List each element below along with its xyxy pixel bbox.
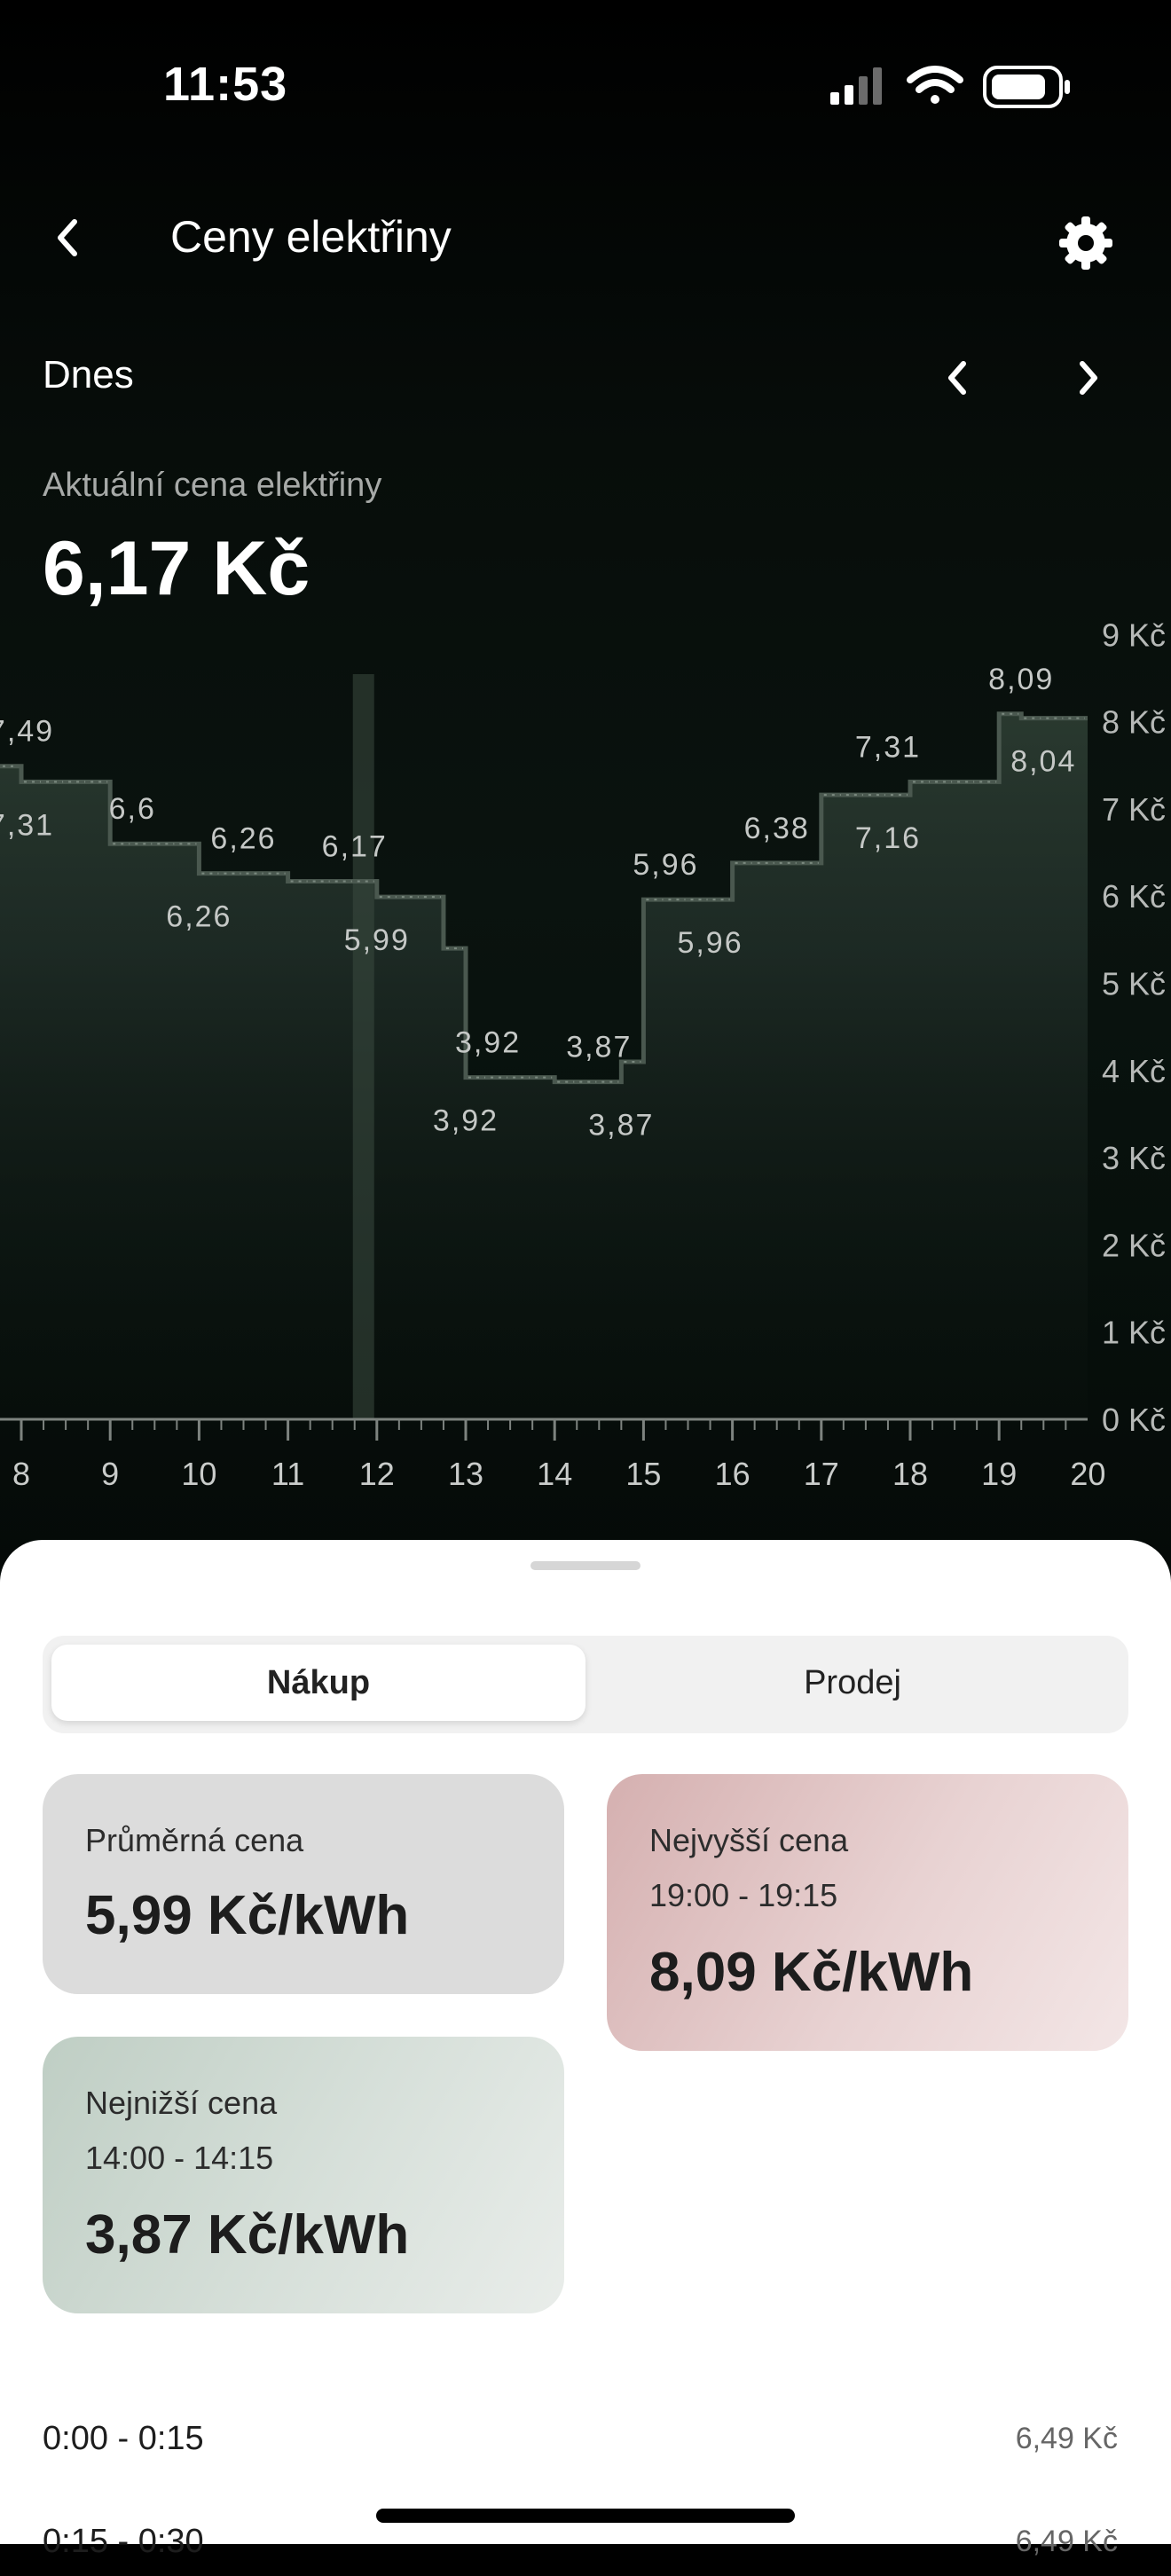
y-axis-label: 4 Kč	[1102, 1053, 1166, 1089]
y-axis-label: 8 Kč	[1102, 704, 1166, 741]
data-label: 3,92	[455, 1026, 521, 1060]
data-label: 8,04	[1010, 745, 1076, 779]
y-axis-label: 9 Kč	[1102, 617, 1166, 653]
chevron-left-icon	[58, 219, 77, 256]
average-price-card: Průměrná cena 5,99 Kč/kWh	[43, 1774, 564, 1994]
settings-button[interactable]	[1054, 211, 1118, 275]
x-axis-label: 14	[537, 1456, 572, 1490]
highest-price-card: Nejvyšší cena 19:00 - 19:15 8,09 Kč/kWh	[607, 1774, 1128, 2051]
price-row[interactable]: 0:15 - 0:30 6,49 Kč	[43, 2523, 1118, 2576]
chevron-right-icon	[1080, 361, 1097, 395]
x-axis-label: 19	[981, 1456, 1017, 1490]
data-label: 7,49	[0, 715, 54, 749]
data-label: 5,96	[677, 926, 743, 960]
data-label: 3,87	[566, 1031, 632, 1064]
tab-buy[interactable]: Nákup	[51, 1645, 586, 1721]
status-time: 11:53	[163, 58, 288, 111]
data-label: 3,87	[588, 1109, 654, 1143]
x-axis-label: 15	[625, 1456, 661, 1490]
price-chart[interactable]: 7,49 7,31 6,6 6,26 6,26 6,17 5,99 3,92 3,92 3,87 3…	[0, 585, 1171, 1490]
status-icons	[830, 66, 1070, 108]
x-axis-label: 16	[715, 1456, 751, 1490]
data-label: 7,16	[855, 821, 921, 855]
x-axis-label: 9	[101, 1456, 119, 1490]
data-label: 6,17	[322, 829, 388, 863]
next-day-button[interactable]	[1061, 351, 1114, 404]
highest-price-value: 8,09 Kč/kWh	[649, 1942, 974, 2003]
battery-icon	[983, 66, 1070, 108]
x-axis-label: 17	[804, 1456, 839, 1490]
price-area	[0, 713, 1088, 1419]
gear-icon	[1059, 216, 1112, 270]
sheet-handle[interactable]	[530, 1561, 641, 1570]
average-price-title: Průměrná cena	[85, 1822, 304, 1858]
row-time: 0:00 - 0:15	[43, 2420, 204, 2457]
tab-sell[interactable]: Prodej	[586, 1645, 1120, 1721]
x-axis-label: 12	[359, 1456, 395, 1490]
data-label: 5,96	[633, 848, 698, 882]
x-axis-label: 10	[181, 1456, 216, 1490]
data-label: 6,38	[744, 812, 810, 845]
cellular-signal-icon	[830, 67, 882, 105]
buy-sell-toggle: Nákup Prodej	[43, 1636, 1128, 1733]
data-label: 5,99	[344, 923, 410, 957]
y-axis-label: 3 Kč	[1102, 1140, 1166, 1176]
x-axis-label: 13	[448, 1456, 483, 1490]
page-title: Ceny elektřiny	[170, 212, 452, 262]
current-time-indicator	[352, 674, 374, 1419]
day-label: Dnes	[43, 353, 134, 397]
back-button[interactable]	[41, 209, 98, 266]
previous-day-button[interactable]	[931, 351, 985, 404]
lowest-price-title: Nejnižší cena	[85, 2085, 278, 2121]
data-label: 6,26	[210, 822, 276, 856]
current-price-label: Aktuální cena elektřiny	[43, 467, 382, 504]
data-label: 3,92	[433, 1104, 499, 1138]
lowest-price-card: Nejnižší cena 14:00 - 14:15 3,87 Kč/kWh	[43, 2037, 564, 2313]
chevron-left-icon	[948, 361, 966, 395]
highest-price-title: Nejvyšší cena	[649, 1822, 849, 1858]
lowest-price-time: 14:00 - 14:15	[85, 2140, 274, 2176]
row-price: 6,49 Kč	[1015, 2525, 1118, 2558]
y-axis-label: 5 Kč	[1102, 966, 1166, 1002]
home-indicator[interactable]	[376, 2509, 795, 2523]
price-row[interactable]: 0:00 - 0:15 6,49 Kč	[43, 2420, 1118, 2473]
data-label: 6,6	[109, 792, 156, 826]
chart-panel: 11:53 Ceny elektřiny Dnes Aktuální cena …	[0, 0, 1171, 1579]
data-label: 7,31	[0, 808, 54, 842]
x-axis-label: 20	[1070, 1456, 1105, 1490]
highest-price-time: 19:00 - 19:15	[649, 1877, 838, 1913]
bottom-sheet: Nákup Prodej Průměrná cena 5,99 Kč/kWh N…	[0, 1540, 1171, 2560]
x-axis-label: 18	[892, 1456, 928, 1490]
x-axis-label: 11	[271, 1456, 304, 1490]
wifi-icon	[907, 66, 963, 104]
average-price-value: 5,99 Kč/kWh	[85, 1885, 410, 1946]
y-axis-label: 2 Kč	[1102, 1227, 1166, 1263]
data-label: 8,09	[988, 663, 1054, 696]
y-axis-label: 1 Kč	[1102, 1315, 1166, 1351]
row-time: 0:15 - 0:30	[43, 2523, 204, 2560]
data-label: 7,31	[855, 730, 921, 764]
y-axis-label: 6 Kč	[1102, 878, 1166, 915]
data-label: 6,26	[166, 900, 232, 934]
y-axis-label: 0 Kč	[1102, 1402, 1166, 1438]
y-axis-label: 7 Kč	[1102, 791, 1166, 828]
x-axis-label: 8	[12, 1456, 30, 1490]
lowest-price-value: 3,87 Kč/kWh	[85, 2204, 410, 2266]
row-price: 6,49 Kč	[1015, 2422, 1118, 2455]
